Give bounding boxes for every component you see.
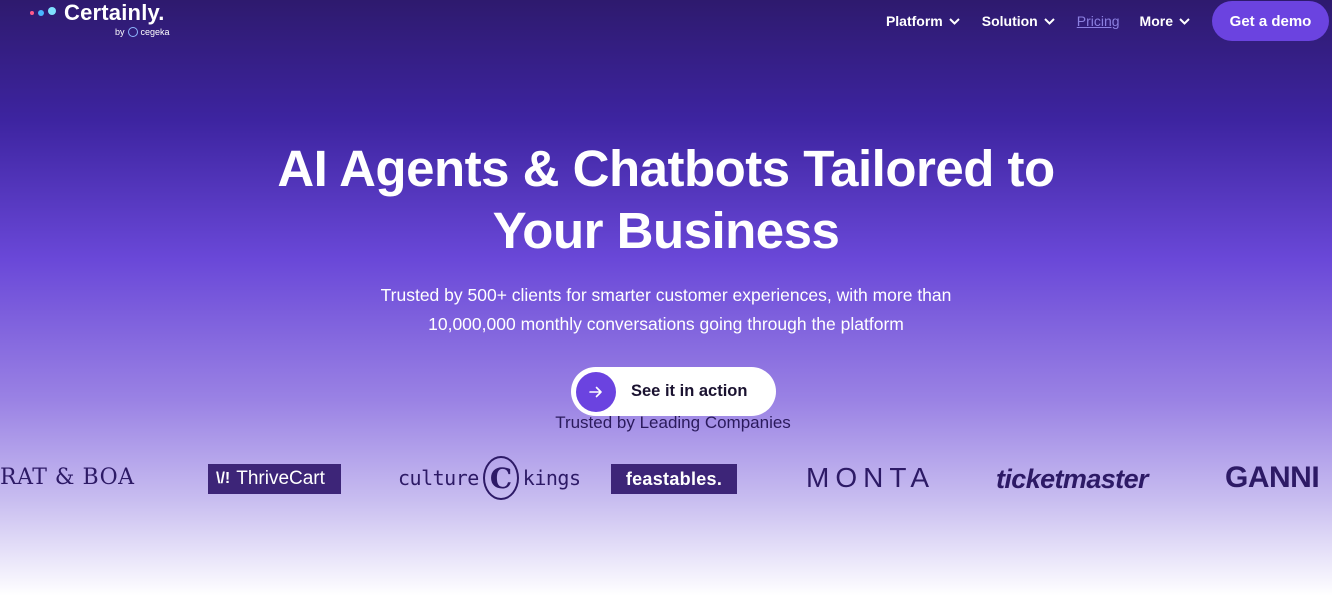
get-a-demo-button[interactable]: Get a demo [1212,1,1329,41]
logo-rat-and-boa: RAT & BOA [0,465,135,490]
logo-partner-text: cegeka [140,27,170,37]
kings-text: kings [522,466,581,490]
hero-title-line-1: AI Agents & Chatbots Tailored to [277,140,1055,197]
cegeka-icon [127,27,138,37]
certainly-logo[interactable]: Certainly. by cegeka [28,0,198,44]
chevron-down-icon [949,17,960,25]
hero-subtitle-line-1: Trusted by 500+ clients for smarter cust… [380,285,952,305]
logo-byline: by cegeka [115,27,170,37]
cta-label: See it in action [631,382,748,400]
hero-title-line-2: Your Business [492,202,840,259]
menu-item-label: Platform [885,13,943,29]
hero-subtitle: Trusted by 500+ clients for smarter cust… [0,281,1332,339]
thrivecart-text: ThriveCart [236,468,325,489]
menu-item-label: More [1139,13,1173,29]
hero-subtitle-line-2: 10,000,000 monthly conversations going t… [428,314,904,334]
logo-by-text: by [115,27,125,37]
menu-item-solution[interactable]: Solution [982,13,1055,29]
chevron-down-icon [1044,17,1055,25]
logo-thrivecart: \/! ThriveCart [208,464,341,494]
main-menu: Platform Solution Pricing More Get a dem… [886,0,1332,42]
chevron-down-icon [1179,17,1190,25]
menu-item-pricing[interactable]: Pricing [1077,13,1120,29]
logo-ganni: GANNI [1225,461,1320,494]
thrivecart-cart-icon: \/! [216,470,231,487]
culture-text: culture [398,466,479,490]
hero-title: AI Agents & Chatbots Tailored to Your Bu… [0,138,1332,262]
logo-ticketmaster: ticketmaster [996,464,1148,494]
see-it-in-action-button[interactable]: See it in action [571,367,776,416]
logo-monta: MONTA [806,462,936,493]
crown-c-icon: C [482,456,519,500]
menu-item-platform[interactable]: Platform [886,13,960,29]
logo-wordmark: Certainly. [64,0,165,25]
menu-item-label: Solution [981,13,1038,29]
logo-dots-icon [30,7,60,18]
top-navigation: Certainly. by cegeka Platform Solution P… [0,0,1332,44]
trusted-heading: Trusted by Leading Companies [555,413,791,432]
logo-culture-kings: culture C kings [398,454,581,502]
menu-item-more[interactable]: More [1140,13,1190,29]
arrow-right-icon [576,371,616,412]
logo-feastables: feastables. [611,464,737,494]
